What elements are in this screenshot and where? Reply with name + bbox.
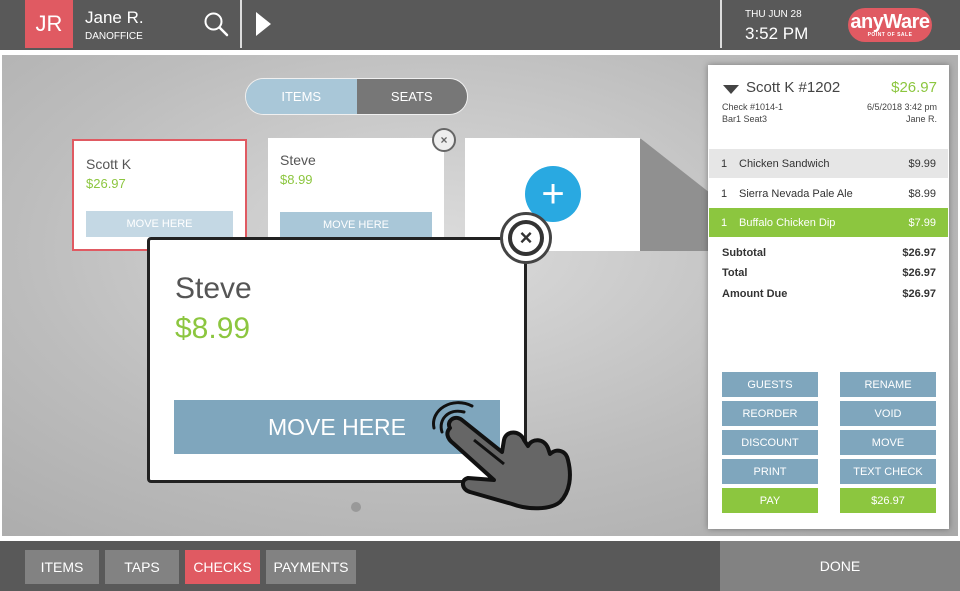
- page-indicator-dot[interactable]: [351, 502, 361, 512]
- check-total: $26.97: [891, 79, 937, 96]
- item-price: $7.99: [908, 216, 936, 229]
- item-qty: 1: [721, 216, 728, 229]
- total-row: Total $26.97: [722, 267, 936, 279]
- item-qty: 1: [721, 187, 728, 200]
- top-bar: JR Jane R. DANOFFICE THU JUN 28 3:52 PM …: [0, 0, 960, 50]
- item-name: Buffalo Chicken Dip: [739, 216, 836, 229]
- date-label: THU JUN 28: [745, 9, 802, 20]
- logo-text: anyWare: [850, 11, 930, 33]
- close-icon[interactable]: ×: [432, 128, 456, 152]
- line-item[interactable]: 1 Chicken Sandwich $9.99: [709, 149, 948, 178]
- text-check-button[interactable]: TEXT CHECK: [840, 459, 936, 484]
- item-name: Sierra Nevada Pale Ale: [739, 187, 853, 200]
- check-seat: Bar1 Seat3: [722, 114, 768, 124]
- reorder-button[interactable]: REORDER: [722, 401, 818, 426]
- item-price: $9.99: [908, 157, 936, 170]
- time-label: 3:52 PM: [745, 24, 809, 43]
- check-panel: Scott K #1202 $26.97 Check #1014-1 Bar1 …: [708, 65, 949, 529]
- line-item-selected[interactable]: 1 Buffalo Chicken Dip $7.99: [709, 208, 948, 237]
- pay-button[interactable]: PAY: [722, 488, 818, 513]
- play-icon[interactable]: [256, 12, 271, 36]
- items-seats-toggle: ITEMS SEATS: [245, 78, 468, 115]
- tab-payments[interactable]: PAYMENTS: [266, 550, 356, 584]
- rename-button[interactable]: RENAME: [840, 372, 936, 397]
- amount-due-label: Amount Due: [722, 288, 788, 300]
- total-label: Total: [722, 267, 748, 279]
- move-here-button[interactable]: MOVE HERE: [280, 212, 432, 238]
- seat-card-scott[interactable]: Scott K $26.97 MOVE HERE: [72, 139, 247, 251]
- item-qty: 1: [721, 157, 728, 170]
- print-button[interactable]: PRINT: [722, 459, 818, 484]
- bottom-bar: ITEMS TAPS CHECKS PAYMENTS DONE: [0, 541, 960, 591]
- seat-card-steve[interactable]: Steve $8.99 MOVE HERE: [268, 138, 444, 251]
- toggle-items[interactable]: ITEMS: [246, 79, 357, 114]
- user-name: Jane R.: [85, 8, 144, 27]
- total-value: $26.97: [902, 267, 936, 279]
- card-name: Scott K: [86, 156, 132, 172]
- divider: [720, 0, 722, 48]
- callout-pointer: [640, 138, 710, 251]
- check-number: Check #1014-1: [722, 102, 784, 112]
- tab-items[interactable]: ITEMS: [25, 550, 99, 584]
- check-datetime: 6/5/2018 3:42 pm: [866, 102, 937, 112]
- card-price: $8.99: [280, 172, 313, 187]
- zoomed-card-price: $8.99: [175, 312, 251, 345]
- done-button[interactable]: DONE: [720, 541, 960, 591]
- logo-subtext: POINT OF SALE: [867, 32, 913, 38]
- search-icon[interactable]: [203, 11, 229, 37]
- move-here-button[interactable]: MOVE HERE: [86, 211, 233, 237]
- tab-taps[interactable]: TAPS: [105, 550, 179, 584]
- card-price: $26.97: [86, 176, 126, 191]
- collapse-caret-icon[interactable]: [723, 85, 739, 94]
- card-name: Steve: [280, 152, 316, 168]
- guests-button[interactable]: GUESTS: [722, 372, 818, 397]
- move-button[interactable]: MOVE: [840, 430, 936, 455]
- check-title: Scott K #1202: [746, 79, 841, 96]
- void-button[interactable]: VOID: [840, 401, 936, 426]
- subtotal-label: Subtotal: [722, 247, 766, 259]
- pay-amount-button[interactable]: $26.97: [840, 488, 936, 513]
- item-price: $8.99: [908, 187, 936, 200]
- tab-checks[interactable]: CHECKS: [185, 550, 260, 584]
- item-name: Chicken Sandwich: [739, 157, 830, 170]
- zoomed-card-name: Steve: [175, 272, 252, 305]
- amount-due-row: Amount Due $26.97: [722, 288, 936, 300]
- close-icon: ×: [508, 220, 544, 256]
- subtotal-value: $26.97: [902, 247, 936, 259]
- amount-due-value: $26.97: [902, 288, 936, 300]
- line-item[interactable]: 1 Sierra Nevada Pale Ale $8.99: [709, 179, 948, 208]
- anyware-logo: anyWare POINT OF SALE: [848, 8, 932, 42]
- check-server: Jane R.: [905, 114, 937, 124]
- zoomed-close-button[interactable]: ×: [500, 212, 552, 264]
- discount-button[interactable]: DISCOUNT: [722, 430, 818, 455]
- divider: [240, 0, 242, 48]
- subtotal-row: Subtotal $26.97: [722, 247, 936, 259]
- toggle-seats[interactable]: SEATS: [356, 79, 467, 114]
- pointing-hand-icon: [432, 401, 572, 511]
- avatar[interactable]: JR: [25, 0, 73, 48]
- user-office: DANOFFICE: [85, 31, 143, 42]
